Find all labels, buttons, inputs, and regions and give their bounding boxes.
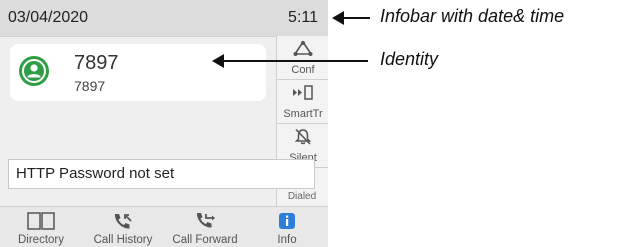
call-history-icon <box>114 214 132 229</box>
tab-info[interactable]: Info <box>246 207 328 247</box>
tab-call-history[interactable]: Call History <box>82 207 164 247</box>
call-forward-icon <box>196 213 215 228</box>
book-icon <box>27 212 55 230</box>
info-icon <box>279 213 295 229</box>
softkey-conf[interactable]: Conf <box>277 36 328 80</box>
conference-icon <box>293 40 313 56</box>
identity-card[interactable]: 7897 7897 <box>10 44 266 101</box>
softkey-smarttr[interactable]: SmartTr <box>277 80 328 124</box>
softkey-dialed-partial[interactable]: Dialed <box>276 191 328 203</box>
identity-annotation-arrow <box>212 54 368 68</box>
softkey-smarttr-label: SmartTr <box>283 108 323 120</box>
infobar-date: 03/04/2020 <box>8 9 89 26</box>
softkey-conf-label: Conf <box>291 64 315 76</box>
tab-directory[interactable]: Directory <box>0 207 82 247</box>
identity-sub-number: 7897 <box>74 78 106 94</box>
avatar <box>19 56 49 86</box>
smart-transfer-icon <box>293 85 313 100</box>
bottom-tab-bar: Directory Call History Call Forward Info <box>0 206 328 247</box>
infobar: 03/04/2020 5:11 <box>0 0 328 37</box>
bell-off-icon <box>294 128 312 145</box>
tab-info-label: Info <box>277 234 297 246</box>
phone-screen: 03/04/2020 5:11 7897 7897 Conf SmartTr S… <box>0 0 328 247</box>
identity-annotation-text: Identity <box>380 49 439 69</box>
tab-call-forward-label: Call Forward <box>172 234 238 246</box>
infobar-annotation-arrow <box>332 11 370 25</box>
infobar-time: 5:11 <box>288 9 318 26</box>
tab-call-history-label: Call History <box>93 234 153 246</box>
tab-call-forward[interactable]: Call Forward <box>164 207 246 247</box>
identity-number: 7897 <box>74 52 119 74</box>
person-icon <box>22 59 46 83</box>
infobar-annotation-text: Infobar with date& time <box>380 6 565 26</box>
tab-directory-label: Directory <box>17 234 64 246</box>
notice-banner: HTTP Password not set <box>8 159 315 189</box>
notice-text: HTTP Password not set <box>16 165 175 182</box>
